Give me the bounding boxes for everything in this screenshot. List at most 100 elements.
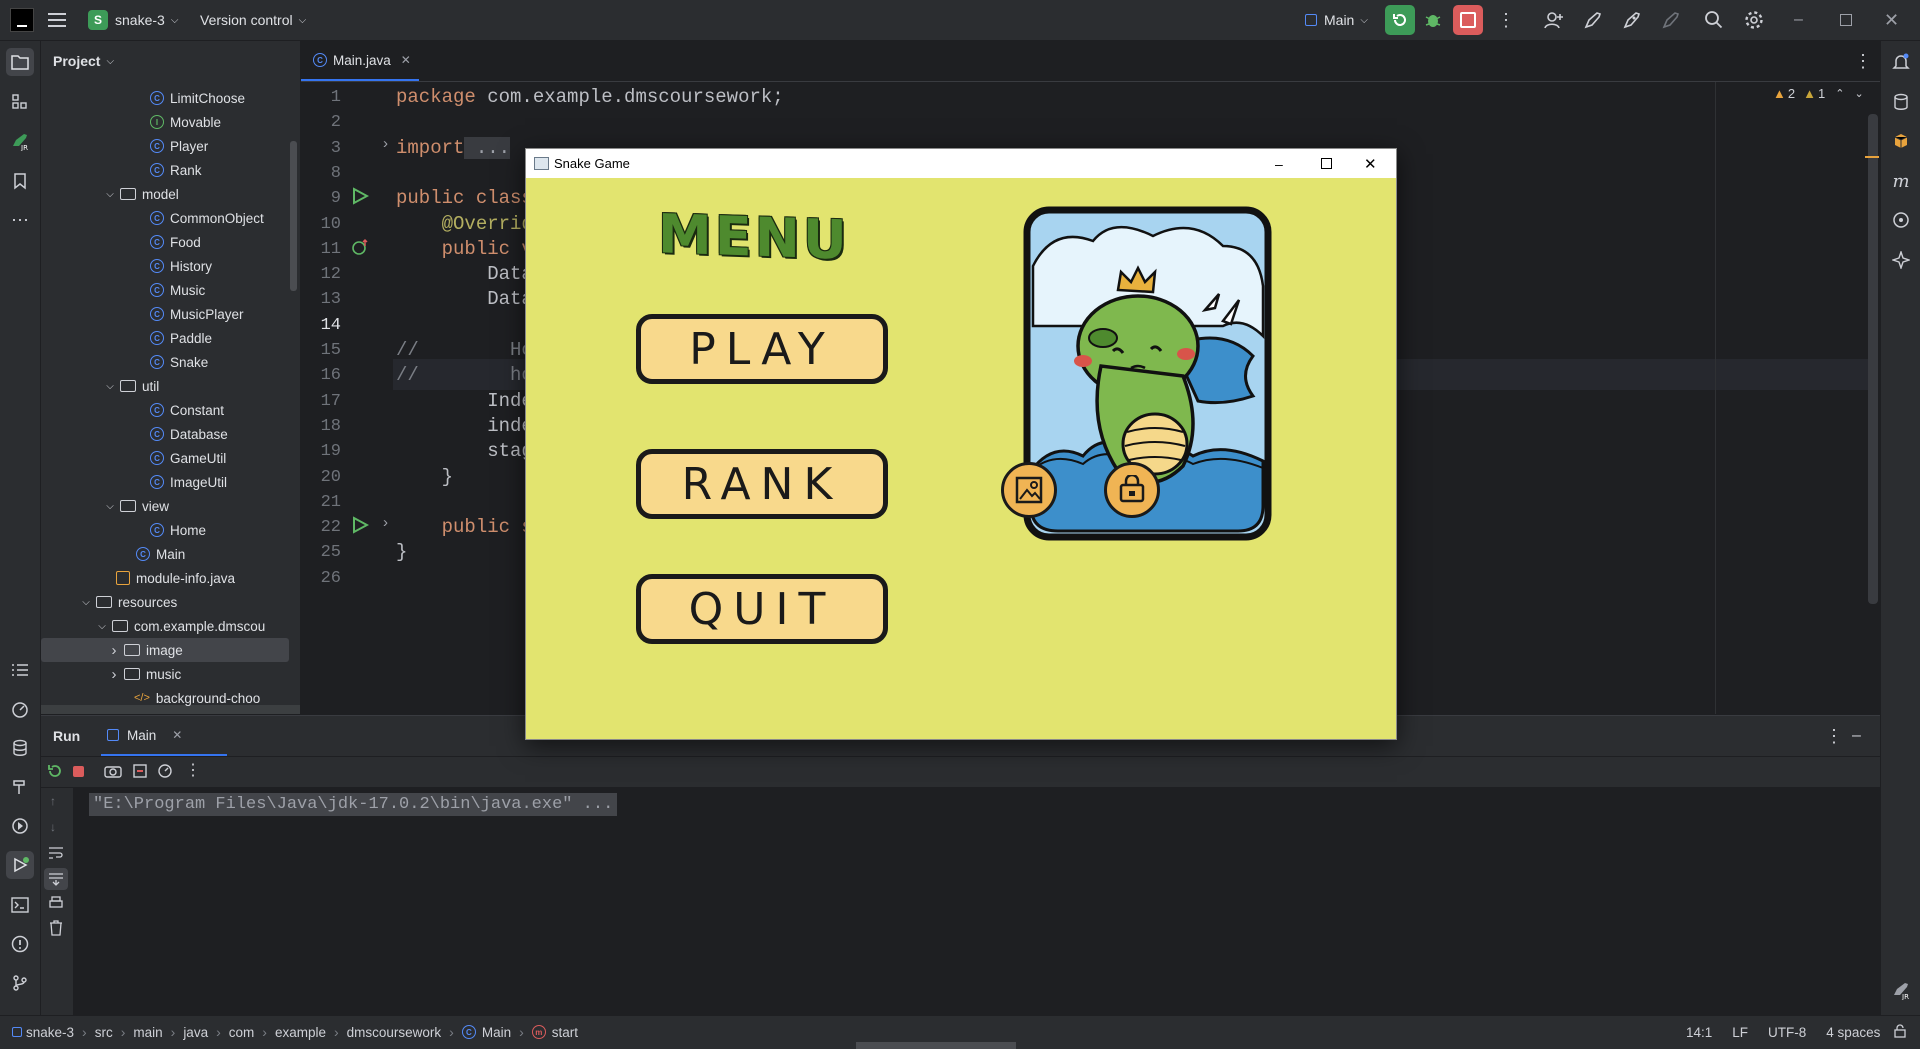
- jrebel-icon[interactable]: JR: [1887, 976, 1915, 1004]
- structure-tool-icon[interactable]: [6, 88, 34, 116]
- read-only-lock-icon[interactable]: [1894, 1023, 1906, 1041]
- deploy-rocket-icon[interactable]: [1583, 0, 1603, 40]
- project-panel-header[interactable]: Project ⌵: [53, 41, 114, 81]
- vcs-selector[interactable]: Version control ⌵: [200, 0, 306, 40]
- inspection-widget[interactable]: ▲ 2 ▲ 1 ⌃ ⌄: [1773, 86, 1864, 101]
- rerun-button[interactable]: [1385, 0, 1415, 40]
- chevron-down-icon[interactable]: ⌵: [104, 501, 116, 512]
- rocket-icon[interactable]: [1622, 0, 1642, 40]
- search-icon[interactable]: [1704, 0, 1724, 40]
- services-icon[interactable]: [6, 812, 34, 840]
- chevron-down-icon[interactable]: ⌵: [104, 381, 116, 392]
- exit-icon[interactable]: [132, 763, 148, 782]
- git-branch-icon[interactable]: [6, 969, 34, 997]
- breadcrumb-item[interactable]: C Main: [461, 1025, 511, 1040]
- breadcrumb-item[interactable]: m start: [531, 1025, 578, 1040]
- breadcrumb-item[interactable]: com: [229, 1025, 255, 1040]
- project-tree-item[interactable]: C MusicPlayer: [150, 302, 244, 326]
- close-window-icon[interactable]: ✕: [1884, 0, 1899, 40]
- game-minimize-icon[interactable]: –: [1275, 149, 1283, 178]
- breadcrumb-item[interactable]: main: [133, 1025, 162, 1040]
- project-tree-item[interactable]: module-info.java: [116, 566, 235, 590]
- more-actions-icon[interactable]: ⋮: [1497, 0, 1515, 40]
- hide-panel-icon[interactable]: –: [1852, 716, 1861, 756]
- terminal-icon[interactable]: [6, 891, 34, 919]
- quit-button[interactable]: QUIT: [636, 574, 888, 644]
- close-tab-icon[interactable]: ✕: [401, 53, 411, 67]
- project-tree-item[interactable]: C Food: [150, 230, 201, 254]
- run-toolbar-more-icon[interactable]: ⋮: [185, 760, 201, 780]
- console-command-line[interactable]: "E:\Program Files\Java\jdk-17.0.2\bin\ja…: [89, 793, 618, 816]
- run-config-selector[interactable]: Main ⌵: [1305, 0, 1368, 40]
- fold-chevron-icon[interactable]: ›: [383, 135, 388, 152]
- project-tree-item[interactable]: I Movable: [150, 110, 221, 134]
- line-ending[interactable]: LF: [1732, 1025, 1748, 1040]
- stop-button[interactable]: [1453, 0, 1483, 40]
- project-tree-item[interactable]: C Music: [150, 278, 205, 302]
- project-tool-icon[interactable]: [6, 48, 34, 76]
- camera-dump-icon[interactable]: [104, 763, 122, 782]
- fold-chevron-icon[interactable]: ›: [383, 514, 388, 531]
- profiler-snapshot-icon[interactable]: [157, 763, 175, 782]
- warning-stripe-marker[interactable]: [1865, 156, 1879, 158]
- restore-window-icon[interactable]: [1840, 0, 1852, 40]
- project-tree-item[interactable]: › music: [108, 662, 182, 686]
- file-encoding[interactable]: UTF-8: [1768, 1025, 1806, 1040]
- code-with-me-icon[interactable]: [1544, 0, 1564, 40]
- project-tree-item[interactable]: ⌵ view: [104, 494, 169, 518]
- plugin-rocket-icon[interactable]: JR: [6, 127, 34, 155]
- game-maximize-icon[interactable]: [1321, 158, 1332, 169]
- more-tools-icon[interactable]: ⋯: [6, 206, 34, 234]
- run-tab-main[interactable]: Main ✕: [101, 716, 227, 756]
- project-tree-item[interactable]: C Database: [150, 422, 228, 446]
- todo-list-icon[interactable]: [6, 656, 34, 684]
- chevron-down-icon[interactable]: ⌵: [80, 597, 92, 608]
- play-button[interactable]: PLAY: [636, 314, 888, 384]
- rocket-disabled-icon[interactable]: [1661, 0, 1681, 40]
- profiler-icon[interactable]: [6, 695, 34, 723]
- console-scrollbar[interactable]: [1871, 794, 1879, 1014]
- project-tree-item[interactable]: C Snake: [150, 350, 208, 374]
- override-gutter-icon[interactable]: [351, 238, 369, 259]
- bookmarks-icon[interactable]: [6, 167, 34, 195]
- settings-gear-icon[interactable]: [1744, 0, 1764, 40]
- breadcrumb-item[interactable]: snake-3: [12, 1025, 74, 1040]
- scroll-to-end-icon[interactable]: [44, 868, 68, 890]
- chevron-down-icon[interactable]: ⌵: [104, 189, 116, 200]
- project-scrollbar[interactable]: [290, 141, 297, 291]
- database-panel-icon[interactable]: [1887, 88, 1915, 116]
- problems-icon[interactable]: [6, 930, 34, 958]
- project-tree-item[interactable]: C Home: [150, 518, 206, 542]
- database-icon[interactable]: [6, 734, 34, 762]
- clear-trash-icon[interactable]: [49, 920, 63, 939]
- project-tree-item[interactable]: C Player: [150, 134, 208, 158]
- build-hammer-icon[interactable]: [6, 773, 34, 801]
- project-tree-item[interactable]: ⌵ util: [104, 374, 159, 398]
- project-tree-item[interactable]: C CommonObject: [150, 206, 264, 230]
- chevron-right-icon[interactable]: ›: [108, 666, 120, 683]
- project-tree-item[interactable]: C Rank: [150, 158, 202, 182]
- project-tree-item[interactable]: › image: [41, 638, 289, 662]
- breadcrumb-item[interactable]: src: [95, 1025, 113, 1040]
- shop-round-button[interactable]: [1104, 462, 1160, 518]
- breadcrumb-item[interactable]: dmscoursework: [347, 1025, 442, 1040]
- print-icon[interactable]: [48, 896, 64, 913]
- tab-main-java[interactable]: C Main.java ✕: [301, 41, 419, 81]
- maven-package-icon[interactable]: [1887, 127, 1915, 155]
- stop-icon[interactable]: [73, 766, 84, 777]
- gradle-m-icon[interactable]: m: [1887, 167, 1915, 195]
- project-tree-item[interactable]: ⌵ resources: [80, 590, 177, 614]
- ai-history-icon[interactable]: [1887, 206, 1915, 234]
- close-tab-icon[interactable]: ✕: [172, 728, 182, 742]
- editor-scrollbar[interactable]: [1868, 114, 1878, 604]
- main-menu-icon[interactable]: [48, 0, 66, 40]
- run-gutter-icon[interactable]: [351, 516, 370, 537]
- soft-wrap-icon[interactable]: [48, 846, 64, 863]
- project-tree-item[interactable]: C LimitChoose: [150, 86, 245, 110]
- editor-more-icon[interactable]: ⋮: [1854, 41, 1872, 81]
- project-tree-item[interactable]: C GameUtil: [150, 446, 226, 470]
- minimize-window-icon[interactable]: –: [1794, 0, 1803, 40]
- rerun-icon[interactable]: [47, 763, 63, 782]
- project-tree-item[interactable]: </> background-choo: [134, 686, 260, 710]
- breadcrumb-item[interactable]: java: [183, 1025, 208, 1040]
